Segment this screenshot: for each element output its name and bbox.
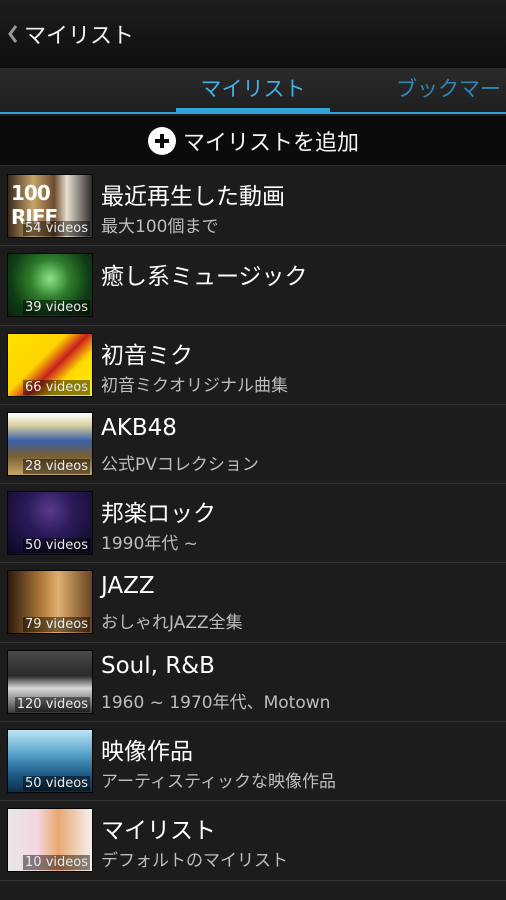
playlist-row[interactable]: 50 videos 映像作品 アーティスティックな映像作品	[0, 722, 506, 802]
playlist-subtitle: 最大100個まで	[101, 217, 219, 237]
playlist-subtitle: おしゃれJAZZ全集	[101, 613, 243, 634]
playlist-title: 最近再生した動画	[101, 184, 285, 210]
playlist-list: 100 RIFF 54 videos 最近再生した動画 最大100個まで 39 …	[0, 167, 506, 881]
playlist-title: JAZZ	[101, 573, 155, 600]
playlist-row[interactable]: 10 videos マイリスト デフォルトのマイリスト	[0, 801, 506, 881]
playlist-title: Soul, R&B	[101, 652, 215, 679]
playlist-title: 映像作品	[101, 739, 193, 766]
playlist-thumbnail: 10 videos	[7, 808, 93, 873]
video-count: 50 videos	[23, 776, 90, 792]
playlist-subtitle: アーティスティックな映像作品	[101, 772, 336, 793]
playlist-subtitle: デフォルトのマイリスト	[101, 851, 288, 872]
playlist-row[interactable]: 66 videos 初音ミク 初音ミクオリジナル曲集	[0, 325, 506, 405]
playlist-row[interactable]: 50 videos 邦楽ロック 1990年代 ~	[0, 484, 506, 564]
playlist-subtitle: 1990年代 ~	[101, 534, 198, 555]
playlist-row[interactable]: 28 videos AKB48 公式PVコレクション	[0, 404, 506, 485]
video-count: 79 videos	[23, 617, 90, 633]
playlist-subtitle: 公式PVコレクション	[101, 454, 259, 475]
tab-bookmarks[interactable]: ブックマー	[396, 68, 501, 112]
playlist-thumbnail: 79 videos	[7, 570, 93, 635]
playlist-row[interactable]: 79 videos JAZZ おしゃれJAZZ全集	[0, 563, 506, 643]
playlist-row[interactable]: 39 videos 癒し系ミュージック	[0, 246, 506, 326]
playlist-title: 癒し系ミュージック	[101, 264, 308, 291]
playlist-thumbnail: 120 videos	[7, 649, 93, 714]
video-count: 66 videos	[23, 379, 90, 395]
playlist-thumbnail: 66 videos	[7, 332, 93, 397]
page-title[interactable]: マイリスト	[24, 18, 134, 50]
playlist-row[interactable]: 100 RIFF 54 videos 最近再生した動画 最大100個まで	[0, 167, 506, 247]
add-mylist-label: マイリストを追加	[182, 130, 359, 156]
video-count: 120 videos	[14, 696, 90, 712]
playlist-thumbnail: 50 videos	[7, 729, 93, 794]
video-count: 28 videos	[23, 458, 90, 474]
playlist-title: 初音ミク	[101, 342, 193, 369]
video-count: 39 videos	[23, 300, 90, 316]
playlist-thumbnail: 28 videos	[7, 411, 93, 476]
playlist-title: 邦楽ロック	[101, 501, 216, 528]
playlist-subtitle: 1960 ~ 1970年代、Motown	[101, 692, 331, 713]
add-circle-icon	[147, 126, 176, 155]
video-count: 50 videos	[23, 538, 90, 554]
playlist-title: AKB48	[101, 414, 177, 441]
playlist-subtitle: 初音ミクオリジナル曲集	[101, 375, 288, 396]
video-count: 54 videos	[23, 221, 90, 236]
tab-bar: マイリスト ブックマー	[0, 68, 506, 114]
add-mylist-button[interactable]: マイリストを追加	[0, 116, 506, 166]
playlist-thumbnail: 50 videos	[7, 491, 93, 556]
playlist-thumbnail: 39 videos	[7, 253, 93, 318]
video-count: 10 videos	[23, 855, 90, 871]
action-bar: マイリスト	[0, 0, 506, 68]
back-chevron-icon[interactable]	[4, 21, 22, 47]
playlist-thumbnail: 100 RIFF 54 videos	[7, 174, 93, 238]
playlist-row[interactable]: 120 videos Soul, R&B 1960 ~ 1970年代、Motow…	[0, 642, 506, 723]
playlist-title: マイリスト	[101, 818, 216, 845]
tab-mylist[interactable]: マイリスト	[176, 68, 330, 112]
